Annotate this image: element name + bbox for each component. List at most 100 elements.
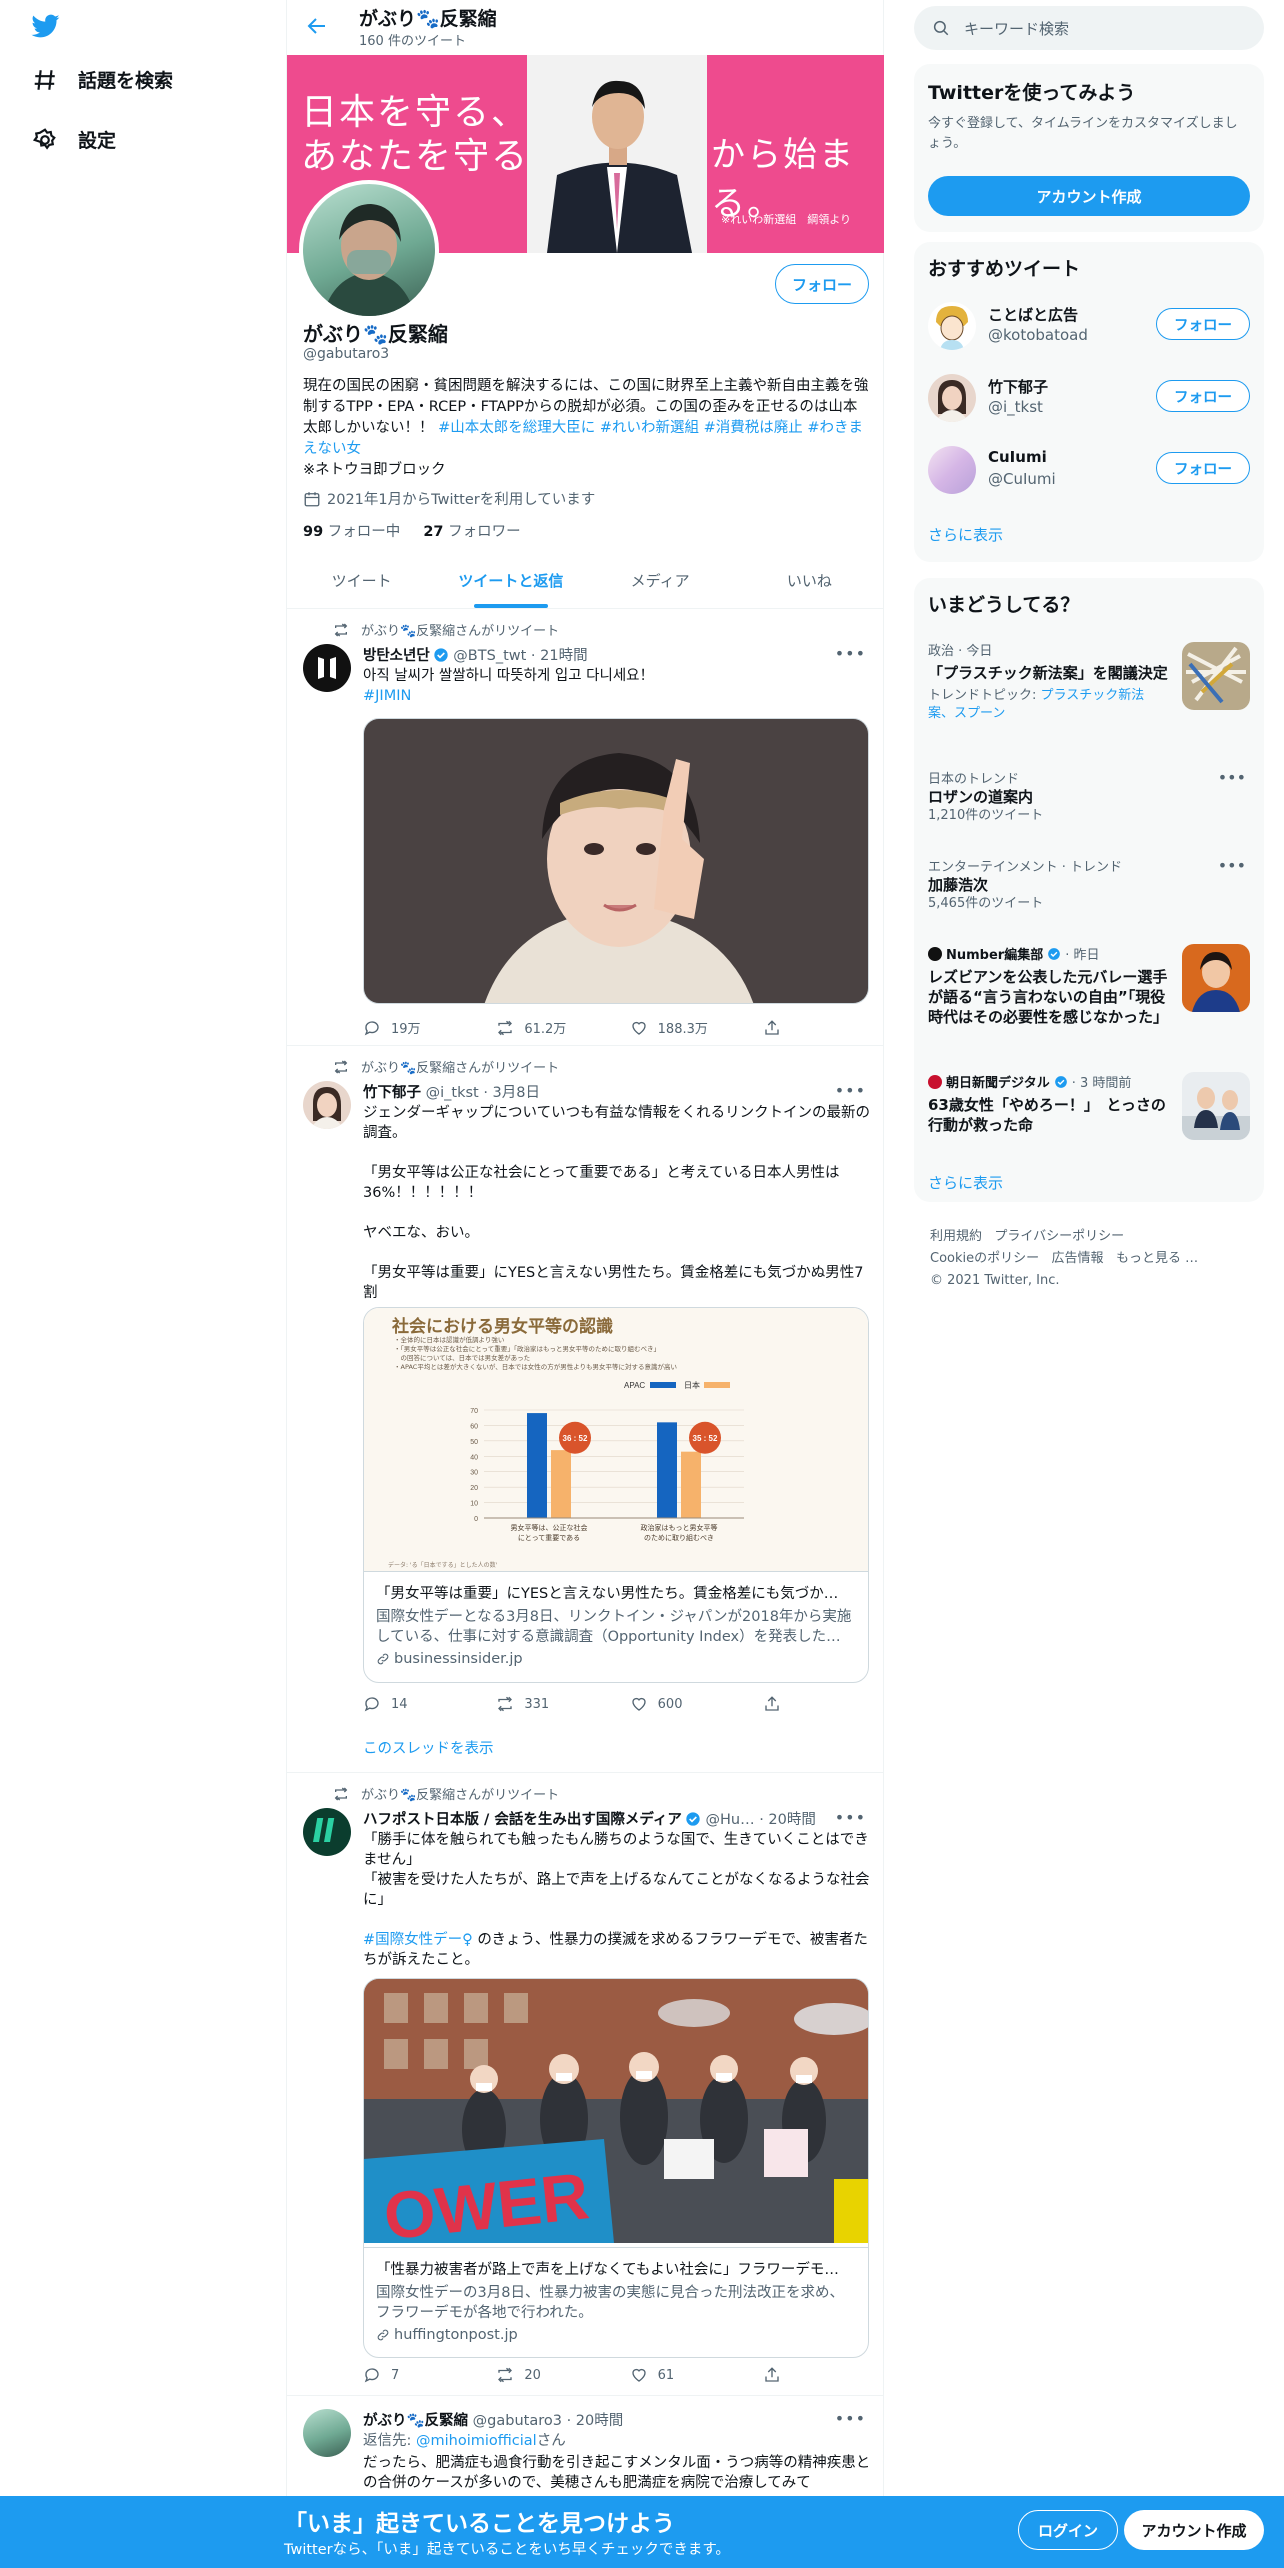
more-options-icon[interactable]: ••• xyxy=(1218,856,1246,875)
tweet-avatar[interactable] xyxy=(303,1808,351,1856)
tab-media[interactable]: メディア xyxy=(586,553,735,608)
share-button[interactable] xyxy=(763,1695,803,1713)
like-button[interactable]: 188.3万 xyxy=(630,1018,763,1037)
retweet-icon xyxy=(498,2367,513,2383)
retweet-button[interactable]: 331 xyxy=(496,1695,629,1713)
trend-item[interactable]: 日本のトレンド ロザンの道案内 1,210件のツイート ••• xyxy=(928,768,1250,828)
reply-button[interactable]: 14 xyxy=(363,1695,496,1713)
account-handle: @kotobatoad xyxy=(988,326,1088,344)
avatar-photo xyxy=(311,1087,343,1129)
like-button[interactable]: 600 xyxy=(630,1695,763,1713)
follow-button[interactable]: フォロー xyxy=(1156,380,1250,412)
tweet-avatar[interactable] xyxy=(303,2409,351,2457)
chart-x-category-label: 政治家はもっと男女平等 xyxy=(641,1523,718,1532)
retweet-button[interactable]: 20 xyxy=(496,2366,629,2384)
footer-copyright: © 2021 Twitter, Inc. xyxy=(930,1273,1060,1288)
tweet-hashtag[interactable]: #国際女性デー♀ xyxy=(363,1932,473,1948)
source-avatar xyxy=(928,1074,942,1089)
retweet-icon xyxy=(498,1020,513,1035)
tweet-meta: @gabutaro3 · 20時間 xyxy=(468,2413,624,2429)
followers-link[interactable]: 27 フォロワー xyxy=(423,524,520,540)
footer-link-ads[interactable]: 広告情報 xyxy=(1052,1251,1104,1266)
gear-icon xyxy=(32,127,56,150)
more-options-icon[interactable]: ••• xyxy=(835,2409,866,2428)
trend-item[interactable]: 政治 · 今日 「プラスチック新法案」を閣議決定 トレンドトピック: プラスチッ… xyxy=(928,640,1250,740)
chart-annotation-label: 36 : 52 xyxy=(563,1434,588,1443)
signup-button[interactable]: アカウント作成 xyxy=(1124,2510,1264,2550)
retweet-label: がぶり🐾反緊縮さんがリツイート xyxy=(361,1061,560,1076)
share-button[interactable] xyxy=(763,1018,803,1037)
trend-item[interactable]: Number編集部 · 昨日 レズビアンを公表した元バレー選手が語る“言う言わな… xyxy=(928,944,1250,1044)
tweet-author[interactable]: ハフポスト日本版 / 会話を生み出す国際メディア xyxy=(363,1812,682,1828)
tab-tweets[interactable]: ツイート xyxy=(287,553,436,608)
tweet-avatar[interactable] xyxy=(303,644,351,692)
show-more-link[interactable]: さらに表示 xyxy=(928,524,1003,545)
follow-button[interactable]: フォロー xyxy=(1156,452,1250,484)
following-label: フォロー中 xyxy=(323,524,401,540)
twitter-logo-icon[interactable] xyxy=(30,12,62,40)
chart-note: ・APAC平均とは差が大きくないが、日本では女性の方が男性よりも男女平等に対する… xyxy=(394,1363,678,1371)
search-box[interactable]: キーワード検索 xyxy=(914,6,1264,50)
tab-likes[interactable]: いいね xyxy=(735,553,884,608)
following-link[interactable]: 99 フォロー中 xyxy=(303,524,400,540)
show-thread-link[interactable]: このスレッドを表示 xyxy=(363,1737,494,1758)
tweet-author[interactable]: 방탄소년단 xyxy=(363,648,430,664)
more-options-icon[interactable]: ••• xyxy=(835,1081,866,1100)
reply-button[interactable]: 7 xyxy=(363,2366,496,2384)
footer-link-privacy[interactable]: プライバシーポリシー xyxy=(994,1229,1124,1244)
recommended-account[interactable]: CuIumi @CuIumi フォロー xyxy=(928,442,1250,504)
tweet[interactable]: がぶり🐾反緊縮さんがリツイート 竹下郁子 @i_tkst · 3月8日 ••• … xyxy=(287,1047,884,1773)
trend-title: レズビアンを公表した元バレー選手が語る“言う言わないの自由”「現役時代はその必要… xyxy=(928,968,1169,1026)
nav-explore[interactable]: 話題を検索 xyxy=(32,66,173,93)
follow-button[interactable]: フォロー xyxy=(775,264,869,304)
tweet[interactable]: がぶり🐾反緊縮さんがリツイート 방탄소년단 @BTS_twt · 21時間 ••… xyxy=(287,610,884,1046)
reply-button[interactable]: 19万 xyxy=(363,1018,496,1037)
login-button[interactable]: ログイン xyxy=(1018,2510,1118,2550)
tweet-body: 아직 날씨가 쌀쌀하니 따뜻하게 입고 다니세요！ xyxy=(363,668,655,684)
nav-settings-label: 設定 xyxy=(78,130,117,152)
avatar-photo xyxy=(936,380,968,422)
source-avatar xyxy=(928,946,942,961)
chart-y-tick-label: 70 xyxy=(470,1408,478,1415)
link-card[interactable]: OWER 「性暴力被害者が路上で声を上げなくてもよい社会に」フラワーデモ… 国際… xyxy=(363,1978,869,2358)
footer-link-more[interactable]: もっと見る … xyxy=(1116,1251,1198,1266)
account-avatar xyxy=(928,446,976,494)
trend-item[interactable]: 朝日新聞デジタル · 3 時間前 63歳女性「やめろー！」 とっさの行動が救った… xyxy=(928,1072,1250,1152)
more-options-icon[interactable]: ••• xyxy=(835,644,866,663)
card-domain-text: businessinsider.jp xyxy=(394,1651,523,1667)
like-button[interactable]: 61 xyxy=(630,2366,763,2384)
footer-link-cookies[interactable]: Cookieのポリシー xyxy=(930,1251,1039,1266)
tweet-text: ジェンダーギャップについていつも有益な情報をくれるリンクトインの最新の調査。 「… xyxy=(363,1103,871,1303)
profile-follow-counts: 99 フォロー中 27 フォロワー xyxy=(303,520,521,541)
more-options-icon[interactable]: ••• xyxy=(835,1808,866,1827)
tweet[interactable]: がぶり🐾反緊縮さんがリツイート ハフポスト日本版 / 会話を生み出す国際メディア… xyxy=(287,1774,884,2396)
tweet-avatar[interactable] xyxy=(303,1081,351,1129)
recommended-account[interactable]: ことばと広告 @kotobatoad フォロー xyxy=(928,298,1250,360)
back-arrow-icon[interactable] xyxy=(305,14,329,38)
tweet-author[interactable]: がぶり🐾反緊縮 xyxy=(363,2413,468,2429)
tweet-author[interactable]: 竹下郁子 xyxy=(363,1085,421,1101)
more-options-icon[interactable]: ••• xyxy=(1218,768,1246,787)
trend-meta: エンターテインメント · トレンド xyxy=(928,860,1123,875)
share-button[interactable] xyxy=(763,2366,803,2384)
retweet-label: がぶり🐾反緊縮さんがリツイート xyxy=(361,1788,560,1803)
profile-handle: @gabutaro3 xyxy=(303,346,390,362)
tab-tweets-and-replies[interactable]: ツイートと返信 xyxy=(436,553,585,608)
follow-button[interactable]: フォロー xyxy=(1156,308,1250,340)
nav-settings[interactable]: 設定 xyxy=(32,126,116,153)
tweet-photo[interactable] xyxy=(363,718,869,1004)
profile-avatar[interactable] xyxy=(299,180,439,320)
link-card[interactable]: 社会における男女平等の認識 ・全体的に日本は認識が低調より強い ・「男女平等は公… xyxy=(363,1307,869,1683)
recommended-account[interactable]: 竹下郁子 @i_tkst フォロー xyxy=(928,370,1250,432)
trend-item[interactable]: エンターテインメント · トレンド 加藤浩次 5,465件のツイート ••• xyxy=(928,856,1250,916)
show-more-link[interactable]: さらに表示 xyxy=(928,1172,1003,1193)
reply-to-handle[interactable]: @mihoimiofficial xyxy=(416,2433,537,2449)
tweet-hashtag[interactable]: #JIMIN xyxy=(363,688,411,704)
retweet-button[interactable]: 61.2万 xyxy=(496,1018,629,1037)
illustration-avatar xyxy=(936,306,968,350)
signup-description: 今すぐ登録して、タイムラインをカスタマイズしましょう。 xyxy=(928,116,1238,151)
footer-link-terms[interactable]: 利用規約 xyxy=(930,1229,982,1244)
create-account-button[interactable]: アカウント作成 xyxy=(928,176,1250,216)
source-name: 朝日新聞デジタル xyxy=(946,1076,1050,1091)
bts-logo-icon xyxy=(318,657,336,679)
